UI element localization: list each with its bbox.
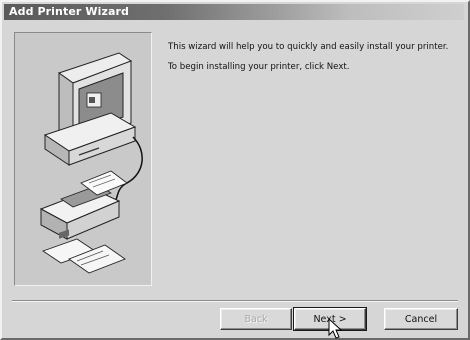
- window-title: Add Printer Wizard: [9, 5, 129, 18]
- back-button-label: Back: [244, 313, 268, 325]
- wizard-intro-text: This wizard will help you to quickly and…: [168, 42, 449, 52]
- mouse-pointer-icon: [328, 318, 342, 339]
- computer-printer-icon: [39, 52, 143, 274]
- title-bar: Add Printer Wizard: [4, 4, 464, 20]
- button-divider: [12, 300, 458, 302]
- wizard-instruction-text: To begin installing your printer, click …: [168, 62, 350, 72]
- wizard-message: This wizard will help you to quickly and…: [168, 42, 458, 82]
- back-button[interactable]: Back: [220, 308, 292, 330]
- printer-illustration: [14, 32, 152, 286]
- add-printer-wizard-window: Add Printer Wizard This wizard will help…: [0, 0, 470, 340]
- cancel-button[interactable]: Cancel: [384, 308, 458, 330]
- cancel-button-label: Cancel: [404, 313, 438, 325]
